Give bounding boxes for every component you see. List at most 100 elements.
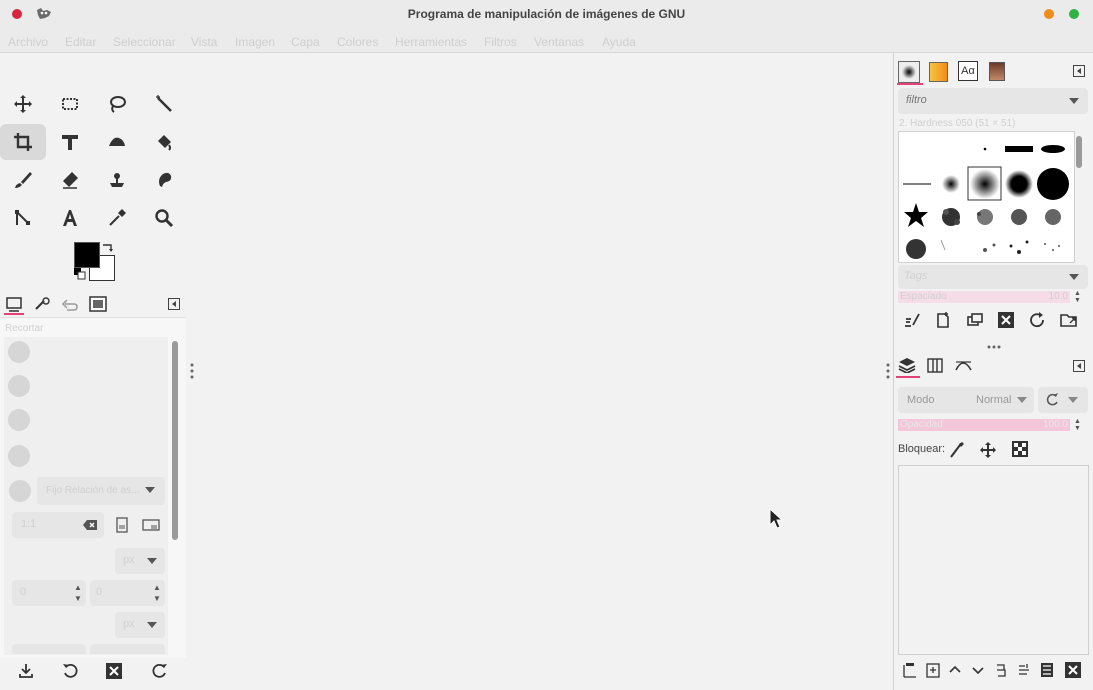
minimize-window-button[interactable]	[1044, 9, 1054, 19]
brush-grid-scrollbar[interactable]	[1076, 136, 1082, 168]
restore-options-icon[interactable]	[61, 662, 79, 683]
anchor-layer-icon[interactable]	[1017, 662, 1031, 678]
new-brush-icon[interactable]	[934, 311, 952, 332]
aspect-dropdown[interactable]: Fijo Relación de as...	[37, 477, 165, 505]
delete-options-icon[interactable]	[105, 662, 123, 683]
channels-tab-icon[interactable]	[927, 358, 943, 373]
unit-dropdown[interactable]: px	[115, 612, 165, 638]
delete-brush-icon[interactable]	[997, 311, 1015, 332]
new-layer-group-icon[interactable]	[903, 662, 917, 678]
paths-tool-icon[interactable]	[0, 200, 46, 236]
open-brush-folder-icon[interactable]	[1060, 311, 1078, 332]
size-field[interactable]	[90, 644, 165, 654]
menu-item[interactable]: Editar	[65, 35, 96, 49]
device-status-tab-icon[interactable]	[32, 295, 52, 313]
option-toggle[interactable]	[8, 341, 30, 363]
portrait-icon[interactable]	[115, 517, 129, 533]
spin-down-icon[interactable]: ▼	[74, 594, 82, 603]
crop-tool-icon[interactable]	[0, 124, 46, 160]
fuzzy-select-tool-icon[interactable]	[141, 86, 187, 122]
images-tab-icon[interactable]	[88, 295, 108, 313]
layer-mask-icon[interactable]	[1040, 662, 1054, 678]
new-layer-icon[interactable]	[926, 662, 940, 678]
opacity-spin-icon[interactable]: ▲ ▼	[1074, 418, 1081, 432]
brushes-tab-icon[interactable]	[898, 61, 920, 83]
layers-tab-icon[interactable]	[898, 357, 916, 375]
zoom-tool-icon[interactable]	[141, 200, 187, 236]
move-tool-icon[interactable]	[0, 86, 46, 122]
unit-dropdown[interactable]: px	[115, 548, 165, 574]
reset-options-icon[interactable]	[151, 662, 169, 683]
dock-menu-icon[interactable]	[1073, 360, 1085, 372]
lock-position-icon[interactable]	[979, 441, 997, 459]
rect-select-tool-icon[interactable]	[47, 86, 93, 122]
position-x-field[interactable]: 0 ▲ ▼	[12, 580, 86, 606]
brush-grid[interactable]	[898, 131, 1075, 263]
image-canvas-area[interactable]	[188, 53, 893, 690]
tool-options-tab-icon[interactable]	[4, 295, 24, 315]
clear-icon[interactable]	[82, 517, 98, 533]
duplicate-brush-icon[interactable]	[966, 311, 984, 332]
spacing-spin-icon[interactable]: ▲ ▼	[1074, 290, 1081, 304]
paintbrush-tool-icon[interactable]	[0, 162, 46, 198]
dock-menu-icon[interactable]	[168, 298, 180, 310]
opacity-slider[interactable]: Opacidad 100.0	[898, 419, 1070, 431]
spin-down-icon[interactable]: ▼	[153, 594, 161, 603]
lower-layer-icon[interactable]	[971, 662, 985, 678]
brush-tag-dropdown[interactable]: Tags	[898, 265, 1088, 289]
menu-item[interactable]: Colores	[337, 35, 378, 49]
maximize-window-button[interactable]	[1069, 9, 1079, 19]
menu-item[interactable]: Filtros	[484, 35, 517, 49]
brush-filter-input[interactable]	[904, 93, 1058, 107]
spin-up-icon[interactable]: ▲	[74, 583, 82, 592]
warp-tool-icon[interactable]	[94, 124, 140, 160]
spacing-slider[interactable]: Espaciado 10.0	[898, 291, 1070, 303]
right-dock-handle-icon[interactable]	[885, 362, 891, 380]
lasso-tool-icon[interactable]	[94, 86, 140, 122]
tool-options-scrollbar[interactable]	[172, 341, 178, 540]
default-colors-icon[interactable]	[74, 268, 86, 280]
smudge-tool-icon[interactable]	[141, 162, 187, 198]
paths-tab-icon[interactable]	[955, 359, 972, 372]
lock-pixels-icon[interactable]	[948, 441, 966, 459]
foreground-color-swatch[interactable]	[74, 242, 100, 268]
transform-tool-icon[interactable]	[47, 124, 93, 160]
bucket-fill-tool-icon[interactable]	[141, 124, 187, 160]
color-picker-tool-icon[interactable]	[94, 200, 140, 236]
document-history-tab-icon[interactable]	[989, 62, 1005, 81]
raise-layer-icon[interactable]	[948, 662, 962, 678]
delete-layer-icon[interactable]	[1064, 661, 1082, 679]
spin-up-icon[interactable]: ▲	[153, 583, 161, 592]
size-field[interactable]	[12, 644, 86, 654]
composite-mode-dropdown[interactable]	[1038, 387, 1088, 413]
menu-item[interactable]: Imagen	[235, 35, 275, 49]
menu-item[interactable]: Ventanas	[534, 35, 584, 49]
menu-item[interactable]: Herramientas	[395, 35, 467, 49]
option-toggle[interactable]	[9, 480, 31, 502]
layer-mode-dropdown[interactable]: Modo Normal	[898, 387, 1034, 413]
option-toggle[interactable]	[8, 409, 30, 431]
dock-menu-icon[interactable]	[1073, 65, 1085, 77]
text-tool-icon[interactable]	[47, 200, 93, 236]
layers-list[interactable]	[898, 465, 1089, 655]
patterns-tab-icon[interactable]	[929, 62, 948, 82]
clone-tool-icon[interactable]	[94, 162, 140, 198]
duplicate-layer-icon[interactable]	[994, 662, 1008, 678]
refresh-brushes-icon[interactable]	[1028, 311, 1046, 332]
save-options-icon[interactable]	[17, 662, 35, 683]
swap-colors-icon[interactable]	[101, 241, 115, 255]
menu-item[interactable]: Seleccionar	[113, 35, 176, 49]
undo-history-tab-icon[interactable]	[60, 295, 80, 313]
option-toggle[interactable]	[8, 375, 30, 397]
fonts-tab-icon[interactable]: Aα	[958, 61, 978, 81]
ratio-field[interactable]: 1:1	[12, 512, 104, 538]
option-toggle[interactable]	[8, 445, 30, 467]
edit-brush-icon[interactable]	[903, 311, 921, 332]
left-dock-handle-icon[interactable]	[189, 362, 195, 380]
eraser-tool-icon[interactable]	[47, 162, 93, 198]
position-y-field[interactable]: 0 ▲ ▼	[90, 580, 165, 606]
menu-item[interactable]: Archivo	[8, 35, 48, 49]
menu-item[interactable]: Vista	[191, 35, 217, 49]
menu-item[interactable]: Capa	[291, 35, 320, 49]
lock-alpha-icon[interactable]	[1012, 441, 1028, 457]
